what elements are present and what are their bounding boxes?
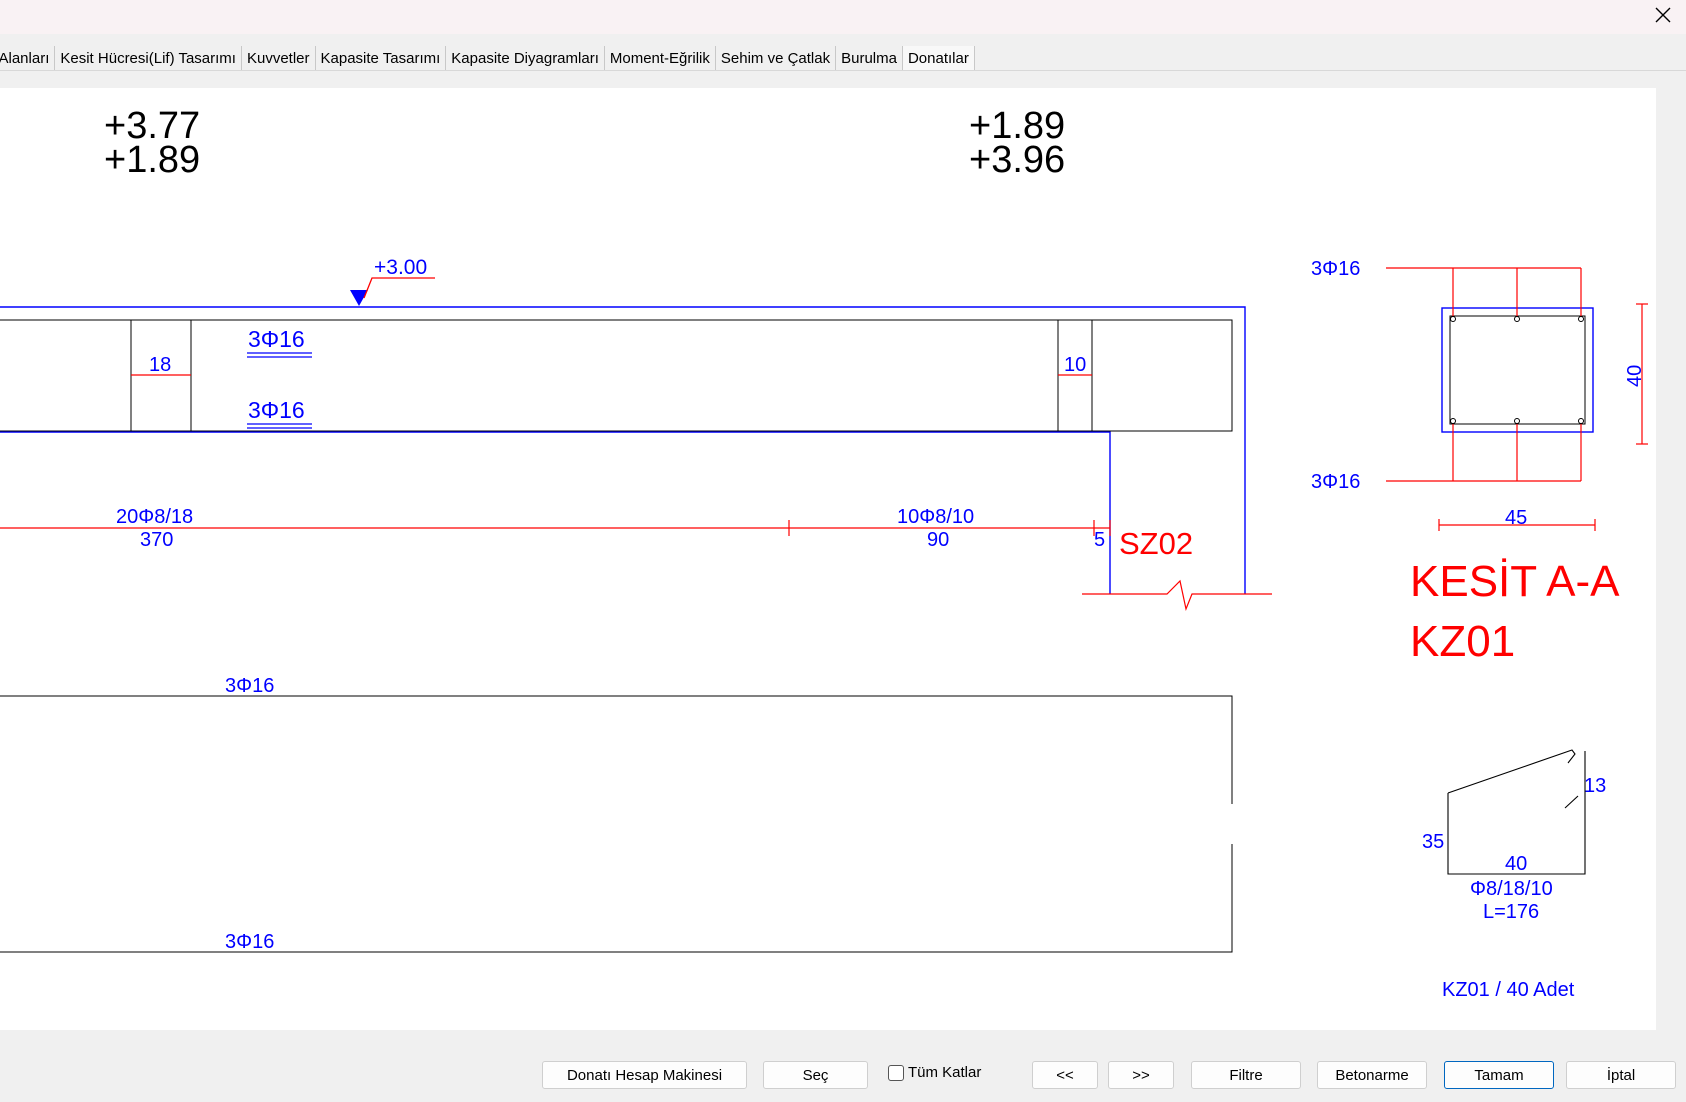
tab-kesit-hucresi[interactable]: Kesit Hücresi(Lif) Tasarımı [55,46,242,70]
select-button[interactable]: Seç [763,1061,868,1089]
next-button[interactable]: >> [1108,1061,1174,1089]
tab-kuvvetler[interactable]: Kuvvetler [241,46,316,70]
section-name: KZ01 [1410,617,1515,666]
section-top-bars: 3Φ16 [1311,258,1360,280]
checkbox-box[interactable] [888,1064,904,1081]
close-button[interactable] [1640,0,1686,30]
section-width: 45 [1505,507,1527,529]
elevation-label: +3.00 [374,256,427,279]
close-icon [1655,7,1671,23]
prev-button[interactable]: << [1032,1061,1098,1089]
end-dimension: 5 [1094,529,1105,551]
tab-moment-egrilik[interactable]: Moment-Eğrilik [604,46,716,70]
stirrup-hook-label: 13 [1584,775,1606,797]
stirrup-spec: Φ8/18/10 [1470,878,1553,900]
filter-button[interactable]: Filtre [1191,1061,1301,1089]
lower-top-label: 3Φ16 [225,675,274,697]
all-floors-label: Tüm Katlar [908,1064,982,1081]
stirrup-right-spec: 10Φ8/10 [897,506,974,528]
tab-kapasite-diyagramlari[interactable]: Kapasite Diyagramları [446,46,605,70]
tab-donatilar[interactable]: Donatılar [902,46,975,70]
tab-strip: ı Alanları Kesit Hücresi(Lif) Tasarımı K… [0,46,975,70]
tab-divider [0,70,1686,71]
tab-burulma[interactable]: Burulma [836,46,903,70]
stirrup-length: L=176 [1483,901,1539,923]
bottom-bar-label: 3Φ16 [248,397,305,423]
moment-right-2: +3.96 [969,139,1065,181]
lower-bottom-label: 3Φ16 [225,931,274,953]
elevation-marker: +3.00 [350,256,435,306]
dim-left-label: 18 [149,354,171,376]
stirrup-right-length: 90 [927,529,949,551]
lower-beam-outline [0,695,1233,953]
stirrup-left-spec: 20Φ8/18 [116,506,193,528]
title-bar [0,0,1686,34]
stirrup-side-label: 35 [1422,831,1444,853]
drawing-canvas[interactable]: +3.77 +1.89 +1.89 +3.96 +3.00 18 10 3Φ16 [0,88,1656,1030]
calculator-button[interactable]: Donatı Hesap Makinesi [542,1061,747,1089]
moment-left-2: +1.89 [104,139,200,181]
cancel-button[interactable]: İptal [1566,1061,1676,1089]
tab-alanlar[interactable]: ı Alanları [0,46,56,70]
section-title: KESİT A-A [1410,557,1620,606]
stirrup-left-length: 370 [140,529,173,551]
tab-sehim-catlak[interactable]: Sehim ve Çatlak [715,46,837,70]
dim-right-label: 10 [1064,354,1086,376]
all-floors-checkbox[interactable]: Tüm Katlar [888,1064,981,1081]
beam-elevation [0,306,1272,612]
cross-section [1386,267,1648,531]
support-label: SZ02 [1119,526,1193,561]
concrete-button[interactable]: Betonarme [1317,1061,1427,1089]
section-height: 40 [1624,365,1646,387]
ok-button[interactable]: Tamam [1444,1061,1554,1089]
section-bottom-bars: 3Φ16 [1311,471,1360,493]
top-bar-label: 3Φ16 [248,326,305,352]
tab-kapasite-tasarimi[interactable]: Kapasite Tasarımı [315,46,447,70]
stirrup-bottom-label: 40 [1505,853,1527,875]
stirrup-summary: KZ01 / 40 Adet [1442,979,1575,1001]
